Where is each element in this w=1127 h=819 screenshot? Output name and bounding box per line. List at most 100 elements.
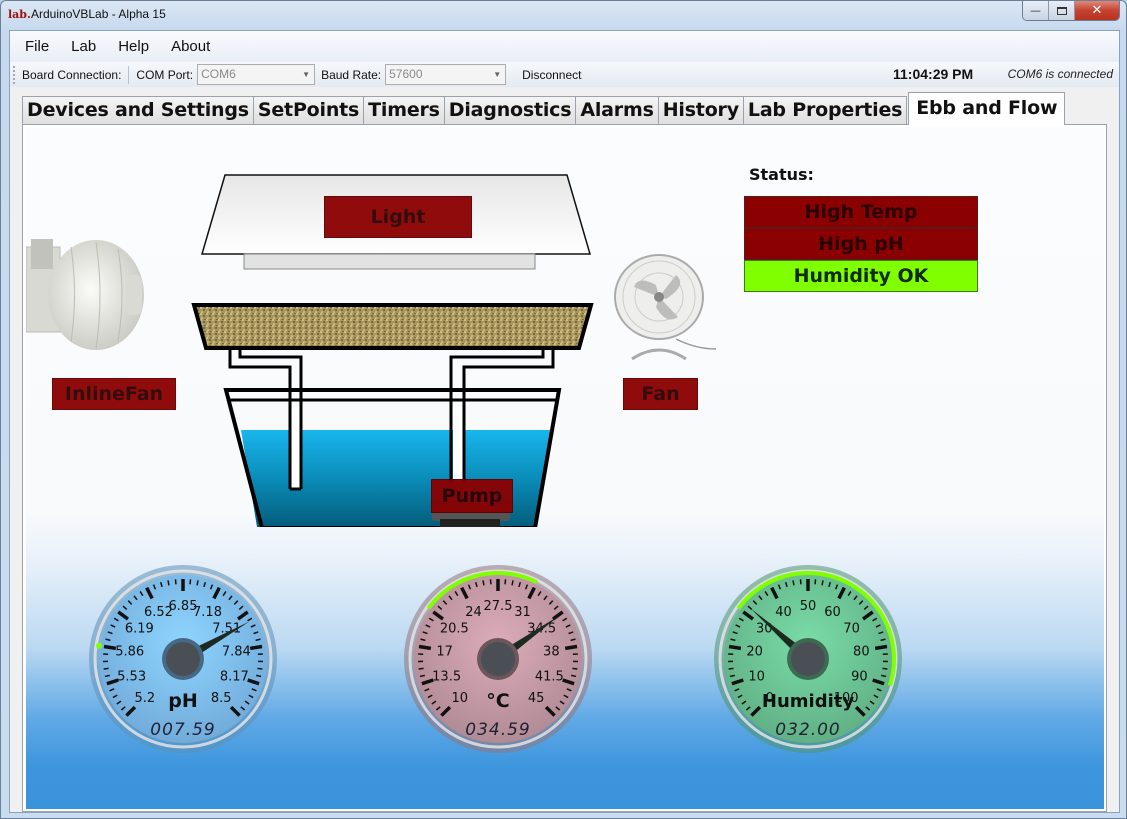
close-button[interactable]: ✕ xyxy=(1075,1,1119,20)
menu-bar: File Lab Help About xyxy=(10,31,1119,62)
com-port-select[interactable]: COM6 ▼ xyxy=(197,64,316,85)
gauge-hub xyxy=(791,642,825,676)
gauge-minor-tick xyxy=(571,674,577,678)
minimize-button[interactable]: — xyxy=(1023,1,1049,20)
pump-device-button[interactable]: Pump xyxy=(431,479,513,513)
tab-alarms[interactable]: Alarms xyxy=(575,96,659,125)
gauge-tick-label: 38 xyxy=(543,645,560,660)
title-bar: lab. ArduinoVBLab - Alpha 15 — ✕ xyxy=(1,1,1126,29)
gauge-minor-tick xyxy=(511,580,514,586)
gauge-minor-tick xyxy=(729,674,735,678)
gauge-tick-label: 24 xyxy=(465,605,482,620)
gauge-minor-tick xyxy=(104,674,110,678)
gauge-tick-label: 20 xyxy=(746,645,763,660)
temperature-gauge: 1013.51720.52427.53134.53841.545°C034.59 xyxy=(404,565,592,753)
gauge-tick-label: 8.17 xyxy=(220,670,249,685)
connection-toolbar: Board Connection: COM Port: COM6 ▼ Baud … xyxy=(10,62,1119,87)
gauge-tick-label: 10 xyxy=(452,691,469,706)
tab-lab-properties[interactable]: Lab Properties xyxy=(742,96,908,125)
tab-diagnostics[interactable]: Diagnostics xyxy=(443,96,577,125)
tab-ebb-and-flow[interactable]: Ebb and Flow xyxy=(908,92,1066,125)
board-connection-label: Board Connection: xyxy=(22,67,122,82)
menu-help[interactable]: Help xyxy=(110,38,157,55)
gauge-tick-label: 17 xyxy=(436,645,453,660)
gauge-digital-readout: 032.00 xyxy=(775,720,840,740)
gauge-digital-readout: 034.59 xyxy=(465,720,530,740)
tab-history[interactable]: History xyxy=(657,96,744,125)
chevron-down-icon: ▼ xyxy=(302,70,311,79)
com-port-label: COM Port: xyxy=(136,67,194,82)
status-title: Status: xyxy=(749,165,814,184)
ph-gauge: 5.25.535.866.196.526.857.187.517.848.178… xyxy=(89,565,277,753)
menu-lab[interactable]: Lab xyxy=(63,38,104,55)
window-controls: — ✕ xyxy=(1022,1,1120,21)
disconnect-button[interactable]: Disconnect xyxy=(522,68,581,82)
gauge-tick-label: 90 xyxy=(851,670,868,685)
gauge-tick-label: 31 xyxy=(514,605,531,620)
maximize-icon xyxy=(1056,6,1067,15)
tab-strip: Devices and Settings SetPoints Timers Di… xyxy=(22,92,1066,125)
gauge-tick-label: 5.86 xyxy=(115,645,144,660)
menu-file[interactable]: File xyxy=(17,38,57,55)
gauge-hub xyxy=(166,642,200,676)
app-window: lab. ArduinoVBLab - Alpha 15 — ✕ File La… xyxy=(0,0,1127,819)
gauge-tick-label: 70 xyxy=(843,621,860,636)
gauge-tick-label: 50 xyxy=(800,599,817,614)
window-title: ArduinoVBLab - Alpha 15 xyxy=(31,7,166,21)
inline-fan-device-button[interactable]: InlineFan xyxy=(52,378,176,410)
gauge-tick-label: 40 xyxy=(775,605,792,620)
ebb-flow-diagram xyxy=(26,174,717,527)
tab-timers[interactable]: Timers xyxy=(363,96,445,125)
inline-fan-image xyxy=(26,239,144,350)
light-device-button[interactable]: Light xyxy=(324,196,472,238)
gauge-minor-tick xyxy=(257,667,263,670)
toolbar-grip[interactable] xyxy=(13,65,16,84)
ebb-and-flow-panel: Light InlineFan Fan Pump Status: High Te… xyxy=(26,127,1104,809)
menu-about[interactable]: About xyxy=(163,38,218,55)
gauge-tick-label: 6.19 xyxy=(125,621,154,636)
gauge-minor-tick xyxy=(418,667,424,670)
app-logo-icon: lab. xyxy=(8,8,31,21)
gauge-minor-tick xyxy=(482,580,485,586)
maximize-button[interactable] xyxy=(1049,1,1075,20)
gauge-tick-label: 7.18 xyxy=(193,605,222,620)
tab-setpoints[interactable]: SetPoints xyxy=(252,96,365,125)
gauge-tick-label: 60 xyxy=(824,605,841,620)
connection-status: COM6 is connected xyxy=(1007,67,1113,81)
status-high-ph: High pH xyxy=(744,228,978,260)
com-port-value: COM6 xyxy=(201,67,236,81)
client-area: File Lab Help About Board Connection: CO… xyxy=(9,30,1120,813)
gauge-major-tick xyxy=(103,644,117,651)
gauge-tick-label: 27.5 xyxy=(484,599,513,614)
gauge-tick-label: 41.5 xyxy=(535,670,564,685)
baud-rate-label: Baud Rate: xyxy=(321,67,382,82)
gauge-minor-tick xyxy=(821,580,824,586)
fan-device-button[interactable]: Fan xyxy=(623,378,698,410)
gauge-unit-label: °C xyxy=(486,690,509,712)
gauge-tick-label: 5.2 xyxy=(134,691,155,706)
minimize-icon: — xyxy=(1030,4,1041,17)
gauge-minor-tick xyxy=(572,667,578,670)
gauge-major-tick xyxy=(418,644,432,651)
gauge-minor-tick xyxy=(167,580,170,586)
chevron-down-icon: ▼ xyxy=(493,70,502,79)
gauge-tick-label: 45 xyxy=(528,691,545,706)
gauge-tick-label: 5.53 xyxy=(117,670,146,685)
gauge-tick-label: 10 xyxy=(748,670,765,685)
status-humidity-ok: Humidity OK xyxy=(744,260,978,292)
gauge-minor-tick xyxy=(103,667,109,670)
status-high-temp: High Temp xyxy=(744,196,978,228)
gauge-major-tick xyxy=(249,644,263,651)
gauge-minor-tick xyxy=(419,674,425,678)
gauge-tick-label: 20.5 xyxy=(440,621,469,636)
gauge-minor-tick xyxy=(881,674,887,678)
humidity-gauge: 010203040 50 60708090100Humidity032.00 xyxy=(714,565,902,753)
tab-devices-and-settings[interactable]: Devices and Settings xyxy=(22,96,254,125)
gauge-tick-label: 80 xyxy=(853,645,870,660)
baud-rate-select[interactable]: 57600 ▼ xyxy=(385,64,507,85)
ebb-and-flow-page: Light InlineFan Fan Pump Status: High Te… xyxy=(22,124,1107,812)
gauge-digital-readout: 007.59 xyxy=(150,720,215,740)
gauge-major-tick xyxy=(874,644,888,651)
clock: 11:04:29 PM xyxy=(893,66,974,82)
gauge-hub xyxy=(481,642,515,676)
